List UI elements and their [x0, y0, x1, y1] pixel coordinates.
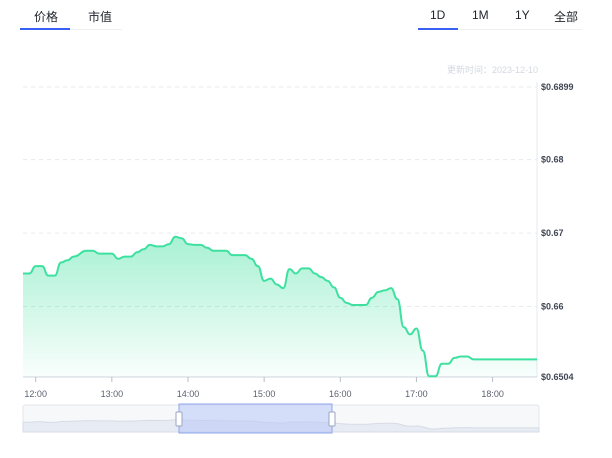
- y-tick-label: $0.66: [541, 302, 564, 312]
- navigator-handle-left[interactable]: [175, 411, 183, 427]
- navigator-handle-right[interactable]: [328, 411, 336, 427]
- y-tick-label: $0.6899: [541, 82, 574, 92]
- x-tick-label: 18:00: [481, 389, 504, 399]
- y-tick-label: $0.6504: [541, 372, 574, 382]
- x-tick-label: 13:00: [101, 389, 124, 399]
- price-chart: $0.6899 $0.68 $0.67 $0.66 $0.6504 12:00 13:00 1…: [22, 82, 574, 434]
- navigator-selection: [178, 403, 333, 434]
- y-tick-label: $0.67: [541, 228, 564, 238]
- x-tick-label: 14:00: [177, 389, 200, 399]
- x-tick-label: 15:00: [253, 389, 276, 399]
- x-tick-label: 16:00: [329, 389, 352, 399]
- y-tick-label: $0.68: [541, 155, 564, 165]
- x-tick-label: 12:00: [24, 389, 47, 399]
- x-tick-label: 17:00: [405, 389, 428, 399]
